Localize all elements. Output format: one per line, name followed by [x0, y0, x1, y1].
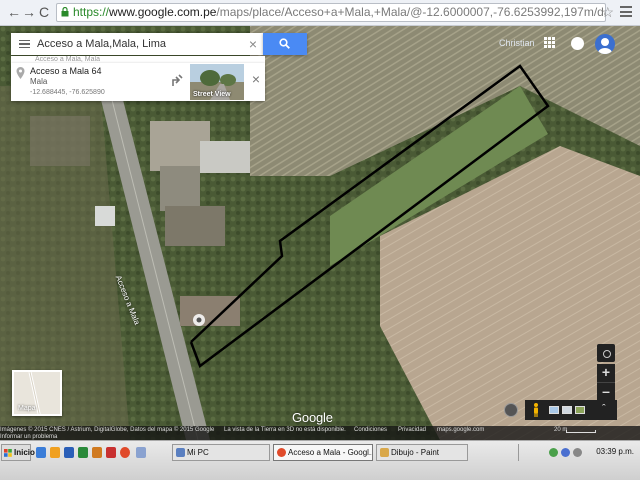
browser-toolbar: ← → C https://www.google.com.pe/maps/pla… [0, 0, 640, 26]
quicklaunch-excel-icon[interactable] [78, 447, 88, 458]
hamburger-menu-icon[interactable] [19, 40, 30, 48]
account-name[interactable]: Christian [499, 38, 535, 48]
place-name: Acceso a Mala 64 [30, 66, 102, 76]
scale-bar [566, 430, 596, 433]
computer-icon [176, 448, 185, 457]
site-link[interactable]: maps.google.com [437, 427, 484, 433]
tray-volume-icon[interactable] [573, 448, 582, 457]
browser-menu-icon[interactable] [620, 6, 632, 17]
map-toggle-label: Mapa [18, 405, 36, 412]
avatar[interactable] [595, 34, 615, 54]
apps-grid-icon[interactable] [544, 37, 555, 48]
lock-icon [61, 7, 69, 17]
place-locality: Mala [30, 77, 48, 86]
photo-thumbnail[interactable] [562, 406, 572, 414]
attribution-bar: Imágenes © 2015 CNES / Astrium, DigitalG… [0, 426, 640, 440]
photo-thumbnail[interactable] [549, 406, 559, 414]
map-view-toggle[interactable]: Mapa [12, 370, 62, 416]
url-path: /maps/place/Acceso+a+Mala,+Mala/@-12.600… [216, 5, 605, 19]
street-view-thumbnail[interactable]: Street View [190, 64, 244, 100]
start-button[interactable]: Inicio [1, 444, 35, 461]
zoom-in-button[interactable]: + [597, 364, 615, 382]
back-icon[interactable]: ← [6, 4, 22, 20]
clock: 03:39 p.m. [596, 447, 634, 456]
system-tray: 03:39 p.m. [518, 444, 640, 461]
terms-link[interactable]: Condiciones [354, 427, 387, 433]
taskbar-window-label: Acceso a Mala - Googl... [288, 448, 373, 457]
map-tools-bar: ˆ [525, 400, 617, 420]
search-box: × [11, 33, 263, 55]
street-view-label: Street View [193, 91, 231, 98]
earth-icon[interactable] [504, 403, 518, 417]
chrome-icon [277, 448, 286, 457]
taskbar-window-label: Mi PC [187, 448, 209, 457]
taskbar: Inicio Mi PC Acceso a Mala - Googl... Di… [0, 440, 640, 480]
tray-network-icon[interactable] [549, 448, 558, 457]
reload-icon[interactable]: C [36, 4, 52, 20]
bookmark-star-icon[interactable]: ☆ [601, 4, 614, 21]
quicklaunch-app-icon[interactable] [92, 447, 102, 458]
start-label: Inicio [14, 448, 35, 457]
zoom-out-button[interactable]: – [597, 382, 615, 400]
taskbar-window-mypc[interactable]: Mi PC [172, 444, 270, 461]
screen: ← → C https://www.google.com.pe/maps/pla… [0, 0, 640, 480]
quicklaunch-folder-icon[interactable] [50, 447, 60, 458]
expand-up-icon[interactable]: ˆ [602, 403, 606, 415]
directions-icon[interactable] [170, 73, 184, 87]
quicklaunch-ie-icon[interactable] [36, 447, 46, 458]
search-button[interactable] [263, 33, 307, 55]
taskbar-window-label: Dibujo - Paint [391, 448, 440, 457]
quicklaunch-chrome-icon[interactable] [120, 447, 130, 458]
satellite-map[interactable]: Acceso a Mala × Christian [0, 26, 640, 440]
person-icon [598, 38, 612, 54]
notifications-bell-icon[interactable] [571, 37, 584, 50]
windows-logo-icon [4, 449, 12, 457]
search-input[interactable] [37, 33, 247, 55]
close-icon[interactable]: × [252, 71, 260, 87]
my-location-button[interactable] [597, 344, 615, 362]
quicklaunch-acrobat-icon[interactable] [106, 447, 116, 458]
paint-icon [380, 448, 389, 457]
privacy-link[interactable]: Privacidad [398, 427, 426, 433]
pegman-icon[interactable] [533, 403, 539, 417]
map-pin-icon [16, 67, 25, 79]
quicklaunch-word-icon[interactable] [64, 447, 74, 458]
taskbar-window-paint[interactable]: Dibujo - Paint [376, 444, 468, 461]
photo-thumbnail[interactable] [575, 406, 585, 414]
place-card: Acceso a Mala 64 Mala -12.688445, -76.62… [11, 63, 265, 101]
url-domain: www.google.com.pe [109, 5, 217, 19]
forward-icon[interactable]: → [21, 4, 37, 20]
place-coordinates: -12.688445, -76.625890 [30, 89, 105, 96]
taskbar-window-chrome[interactable]: Acceso a Mala - Googl... [273, 444, 373, 461]
google-logo: Google [292, 410, 333, 425]
tray-security-icon[interactable] [561, 448, 570, 457]
address-bar[interactable]: https://www.google.com.pe/maps/place/Acc… [56, 3, 606, 22]
search-icon [279, 38, 290, 49]
clear-search-icon[interactable]: × [249, 36, 257, 52]
quicklaunch-media-icon[interactable] [136, 447, 146, 458]
url-scheme: https:// [73, 5, 110, 19]
imagery-copyright: Imágenes © 2015 CNES / Astrium, DigitalG… [0, 427, 215, 433]
earth-3d-notice: La vista de la Tierra en 3D no está disp… [224, 427, 346, 433]
